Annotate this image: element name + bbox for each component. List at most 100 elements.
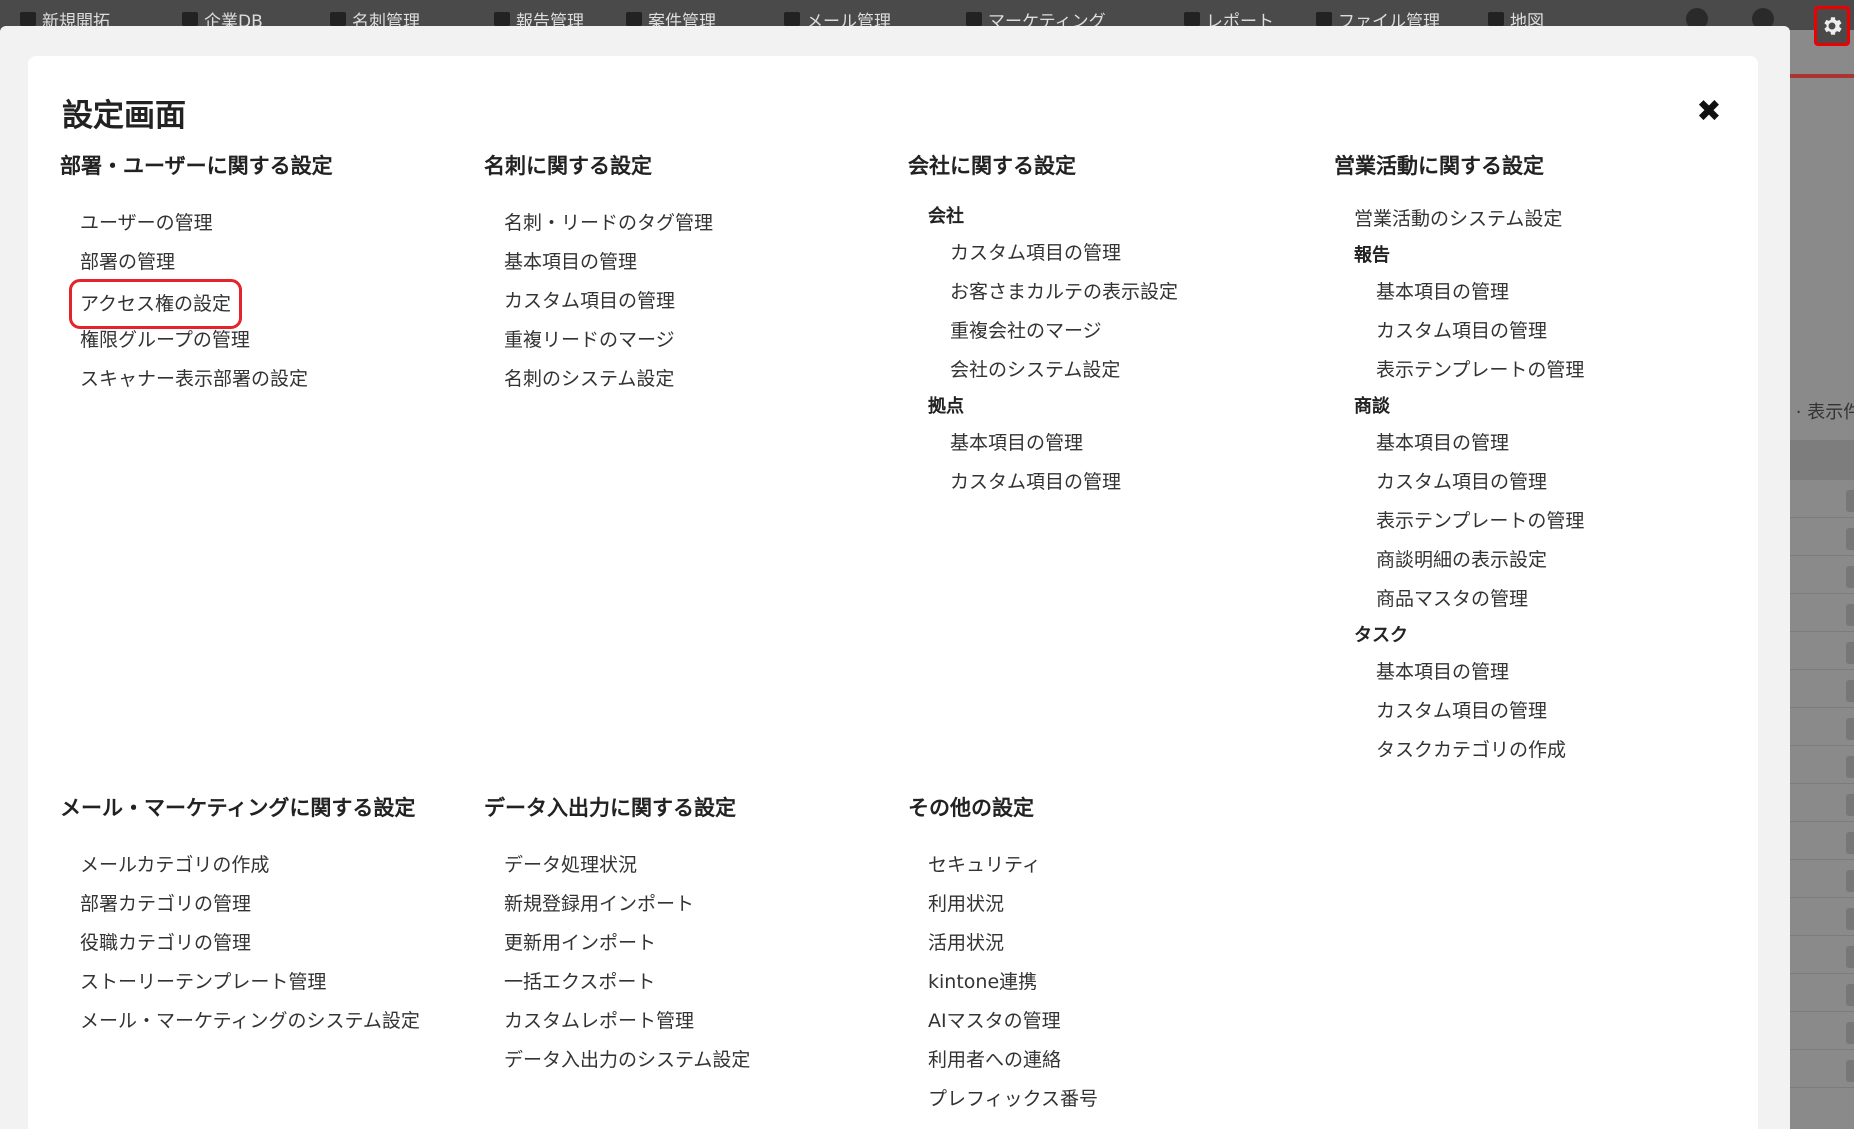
link-report-basic-fields[interactable]: 基本項目の管理 <box>1334 273 1584 312</box>
briefcase-icon <box>626 12 642 26</box>
section-title: 部署・ユーザーに関する設定 <box>60 154 333 178</box>
group-heading-deal: 商談 <box>1354 396 1390 417</box>
background-display-count-label: · 表示件 <box>1795 402 1854 423</box>
link-new-import[interactable]: 新規登録用インポート <box>484 885 750 924</box>
table-row <box>1790 1012 1854 1050</box>
megaphone-icon <box>966 12 982 26</box>
group-heading-branch: 拠点 <box>928 396 964 417</box>
link-story-template[interactable]: ストーリーテンプレート管理 <box>60 963 420 1002</box>
link-card-system-settings[interactable]: 名刺のシステム設定 <box>484 360 713 399</box>
section-dept-user: 部署・ユーザーに関する設定 ユーザーの管理 部署の管理 アクセス権の設定 権限グ… <box>60 152 333 399</box>
table-row <box>1790 632 1854 670</box>
link-bulk-export[interactable]: 一括エクスポート <box>484 963 750 1002</box>
link-ai-master[interactable]: AIマスタの管理 <box>908 1002 1098 1041</box>
link-task-basic-fields[interactable]: 基本項目の管理 <box>1334 653 1584 692</box>
link-tag-management[interactable]: 名刺・リードのタグ管理 <box>484 204 713 243</box>
link-list: メールカテゴリの作成 部署カテゴリの管理 役職カテゴリの管理 ストーリーテンプレ… <box>60 846 420 1041</box>
report-icon <box>494 12 510 26</box>
link-branch-custom-fields[interactable]: カスタム項目の管理 <box>908 463 1178 502</box>
link-access-rights-wrapper: アクセス権の設定 <box>60 279 333 329</box>
link-list: ユーザーの管理 部署の管理 アクセス権の設定 権限グループの管理 スキャナー表示… <box>60 204 333 399</box>
table-row <box>1790 670 1854 708</box>
link-dept-category[interactable]: 部署カテゴリの管理 <box>60 885 420 924</box>
close-button[interactable]: ✖ <box>1694 93 1724 129</box>
link-list: セキュリティ 利用状況 活用状況 kintone連携 AIマスタの管理 利用者へ… <box>908 846 1098 1119</box>
link-basic-fields[interactable]: 基本項目の管理 <box>484 243 713 282</box>
building-icon <box>182 12 198 26</box>
gear-icon <box>1824 17 1842 35</box>
link-mail-system-settings[interactable]: メール・マーケティングのシステム設定 <box>60 1002 420 1041</box>
table-row <box>1790 1050 1854 1088</box>
link-product-master[interactable]: 商品マスタの管理 <box>1334 580 1584 619</box>
section-title: メール・マーケティングに関する設定 <box>60 796 416 820</box>
background-table <box>1790 440 1854 1088</box>
table-icon <box>1184 12 1200 26</box>
section-title: 名刺に関する設定 <box>484 154 652 178</box>
link-data-processing-status[interactable]: データ処理状況 <box>484 846 750 885</box>
link-branch-basic-fields[interactable]: 基本項目の管理 <box>908 424 1178 463</box>
link-usage-status[interactable]: 利用状況 <box>908 885 1098 924</box>
link-scanner-dept[interactable]: スキャナー表示部署の設定 <box>60 360 333 399</box>
link-deal-custom-fields[interactable]: カスタム項目の管理 <box>1334 463 1584 502</box>
link-mail-category[interactable]: メールカテゴリの作成 <box>60 846 420 885</box>
settings-modal: 設定画面 ✖ 部署・ユーザーに関する設定 ユーザーの管理 部署の管理 アクセス権… <box>28 56 1758 1129</box>
link-dept-management[interactable]: 部署の管理 <box>60 243 333 282</box>
group-heading-report: 報告 <box>1354 245 1390 266</box>
link-position-category[interactable]: 役職カテゴリの管理 <box>60 924 420 963</box>
section-title: その他の設定 <box>908 796 1034 820</box>
section-title: 営業活動に関する設定 <box>1334 154 1544 178</box>
table-row <box>1790 480 1854 518</box>
link-update-import[interactable]: 更新用インポート <box>484 924 750 963</box>
section-sales: 営業活動に関する設定 営業活動のシステム設定 報告 基本項目の管理 カスタム項目… <box>1334 152 1584 770</box>
link-company-system-settings[interactable]: 会社のシステム設定 <box>908 351 1178 390</box>
link-custom-report[interactable]: カスタムレポート管理 <box>484 1002 750 1041</box>
link-deal-detail-display[interactable]: 商談明細の表示設定 <box>1334 541 1584 580</box>
link-merge-leads[interactable]: 重複リードのマージ <box>484 321 713 360</box>
table-row <box>1790 594 1854 632</box>
table-row <box>1790 556 1854 594</box>
link-user-management[interactable]: ユーザーの管理 <box>60 204 333 243</box>
link-deal-templates[interactable]: 表示テンプレートの管理 <box>1334 502 1584 541</box>
link-report-custom-fields[interactable]: カスタム項目の管理 <box>1334 312 1584 351</box>
link-kintone[interactable]: kintone連携 <box>908 963 1098 1002</box>
link-sales-system-settings[interactable]: 営業活動のシステム設定 <box>1334 200 1584 239</box>
table-row <box>1790 822 1854 860</box>
section-title: 会社に関する設定 <box>908 154 1076 178</box>
link-security[interactable]: セキュリティ <box>908 846 1098 885</box>
folder-icon <box>1316 12 1332 26</box>
group-heading-task: タスク <box>1354 625 1408 646</box>
map-icon <box>1488 12 1504 26</box>
link-permission-group[interactable]: 権限グループの管理 <box>60 321 333 360</box>
table-row <box>1790 898 1854 936</box>
settings-button[interactable] <box>1814 6 1850 46</box>
section-title: データ入出力に関する設定 <box>484 796 736 820</box>
link-report-templates[interactable]: 表示テンプレートの管理 <box>1334 351 1584 390</box>
link-prefix-number[interactable]: プレフィックス番号 <box>908 1080 1098 1119</box>
link-access-rights[interactable]: アクセス権の設定 <box>68 279 243 329</box>
link-list: 名刺・リードのタグ管理 基本項目の管理 カスタム項目の管理 重複リードのマージ … <box>484 204 713 399</box>
home-icon <box>20 12 36 26</box>
section-mail-marketing: メール・マーケティングに関する設定 メールカテゴリの作成 部署カテゴリの管理 役… <box>60 794 420 1041</box>
table-row <box>1790 974 1854 1012</box>
table-row <box>1790 936 1854 974</box>
link-user-contact[interactable]: 利用者への連絡 <box>908 1041 1098 1080</box>
link-list: データ処理状況 新規登録用インポート 更新用インポート 一括エクスポート カスタ… <box>484 846 750 1080</box>
link-task-category[interactable]: タスクカテゴリの作成 <box>1334 731 1584 770</box>
link-customer-chart-display[interactable]: お客さまカルテの表示設定 <box>908 273 1178 312</box>
link-list: 営業活動のシステム設定 報告 基本項目の管理 カスタム項目の管理 表示テンプレー… <box>1334 200 1584 770</box>
group-heading-company: 会社 <box>928 206 964 227</box>
close-icon: ✖ <box>1696 93 1722 129</box>
table-row <box>1790 746 1854 784</box>
section-card: 名刺に関する設定 名刺・リードのタグ管理 基本項目の管理 カスタム項目の管理 重… <box>484 152 713 399</box>
link-company-custom-fields[interactable]: カスタム項目の管理 <box>908 234 1178 273</box>
table-row <box>1790 708 1854 746</box>
link-merge-companies[interactable]: 重複会社のマージ <box>908 312 1178 351</box>
link-utilization-status[interactable]: 活用状況 <box>908 924 1098 963</box>
link-list: 会社 カスタム項目の管理 お客さまカルテの表示設定 重複会社のマージ 会社のシス… <box>908 200 1178 502</box>
link-data-system-settings[interactable]: データ入出力のシステム設定 <box>484 1041 750 1080</box>
link-task-custom-fields[interactable]: カスタム項目の管理 <box>1334 692 1584 731</box>
link-custom-fields[interactable]: カスタム項目の管理 <box>484 282 713 321</box>
link-deal-basic-fields[interactable]: 基本項目の管理 <box>1334 424 1584 463</box>
table-row <box>1790 518 1854 556</box>
section-data-io: データ入出力に関する設定 データ処理状況 新規登録用インポート 更新用インポート… <box>484 794 750 1080</box>
